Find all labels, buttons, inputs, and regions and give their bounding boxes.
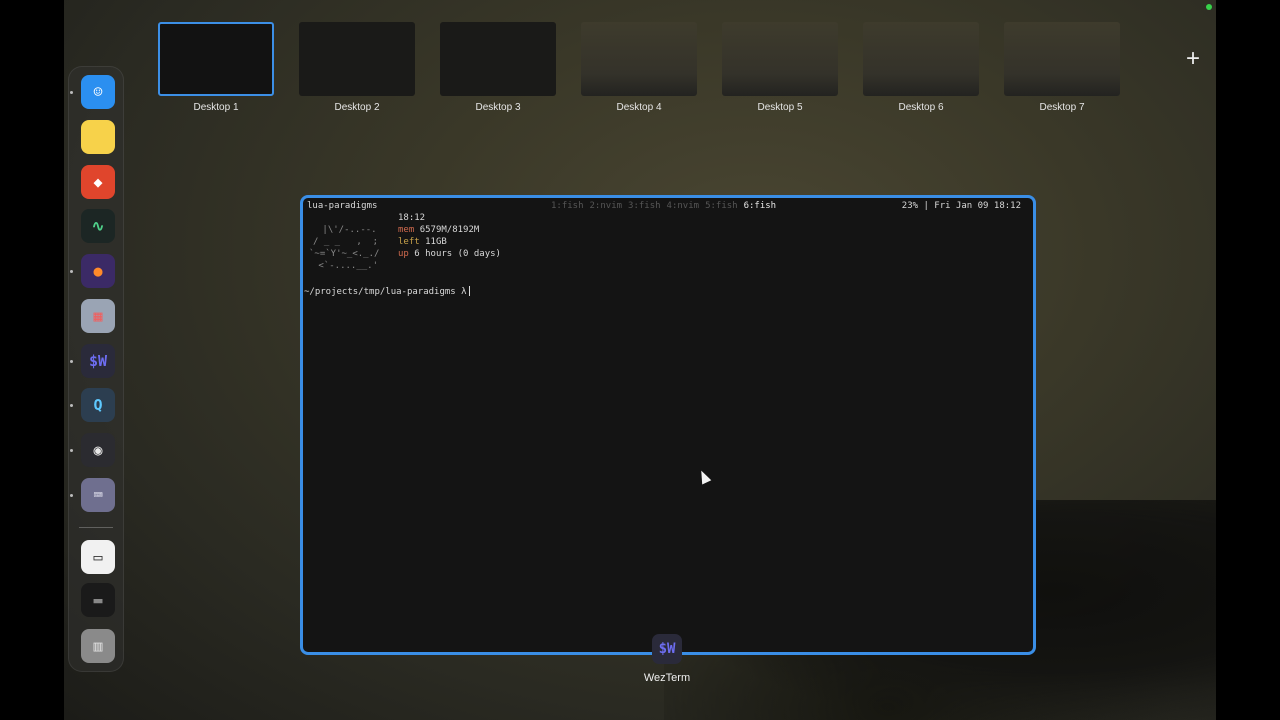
desktop-label: Desktop 4 xyxy=(616,102,662,113)
running-indicator xyxy=(70,494,73,497)
add-space-button[interactable]: + xyxy=(1180,46,1206,72)
sysinfo-mem-key: mem xyxy=(398,225,415,235)
camera-indicator-icon xyxy=(1206,4,1212,10)
sysinfo-left: left 11GB xyxy=(398,237,447,247)
running-indicator xyxy=(70,360,73,363)
sysinfo-mem: mem 6579M/8192M xyxy=(398,225,479,235)
prompt-text: ~/projects/tmp/lua-paradigms λ xyxy=(304,287,467,297)
activity-monitor-icon[interactable]: ∿ xyxy=(81,209,115,243)
launchpad-icon[interactable]: ▦ xyxy=(81,299,115,333)
tmux-tab[interactable]: 6:fish xyxy=(744,201,777,211)
tmux-tab[interactable]: 4:nvim xyxy=(667,201,700,211)
running-indicator xyxy=(70,91,73,94)
ascii-art-line: `~=`Y'~_<._./ xyxy=(309,249,380,259)
desktop-label: Desktop 2 xyxy=(334,102,380,113)
desktop-space-2[interactable]: Desktop 2 xyxy=(299,22,415,113)
desktop-space-7[interactable]: Desktop 7 xyxy=(1004,22,1120,113)
desktop-space-4[interactable]: Desktop 4 xyxy=(581,22,697,113)
shell-prompt[interactable]: ~/projects/tmp/lua-paradigms λ xyxy=(304,286,470,297)
tmux-status-right: 23% | Fri Jan 09 18:12 xyxy=(901,201,1021,211)
tmux-tab[interactable]: 1:fish xyxy=(551,201,584,211)
text-cursor xyxy=(468,286,470,296)
sysinfo-uptime: up 6 hours (0 days) xyxy=(398,249,501,259)
window-app-label: $W WezTerm xyxy=(609,634,725,684)
window-app-name: WezTerm xyxy=(643,672,691,684)
dock-separator xyxy=(79,527,113,528)
terminal-preview-icon[interactable]: ▬ xyxy=(81,583,115,617)
desktop-thumbnail[interactable] xyxy=(158,22,274,96)
desktop-space-3[interactable]: Desktop 3 xyxy=(440,22,556,113)
tmux-tab[interactable]: 2:nvim xyxy=(590,201,623,211)
dock: ☺ ◆ ∿ ● ▦ $W Q ◉ ⌨ ▭ ▬ ▥ xyxy=(68,66,124,672)
running-indicator xyxy=(70,404,73,407)
desktop-thumbnail[interactable] xyxy=(863,22,979,96)
ascii-art-line: |\'/-..--. xyxy=(317,225,377,235)
sysinfo-mem-value: 6579M/8192M xyxy=(419,225,480,235)
desktop-label: Desktop 7 xyxy=(1039,102,1085,113)
wezterm-app-icon: $W xyxy=(652,634,682,664)
tmux-tab[interactable]: 5:fish xyxy=(705,201,738,211)
desktop-thumbnail[interactable] xyxy=(722,22,838,96)
desktop-wallpaper: Desktop 1 Desktop 2 Desktop 3 Desktop 4 Desk… xyxy=(64,0,1216,720)
desktop-thumbnail[interactable] xyxy=(1004,22,1120,96)
desktop-label: Desktop 1 xyxy=(193,102,239,113)
session-name: lua-paradigms xyxy=(307,201,378,211)
sysinfo-left-key: left xyxy=(398,237,420,247)
desktop-thumbnail[interactable] xyxy=(299,22,415,96)
sysinfo-left-value: 11GB xyxy=(425,237,447,247)
documents-folder-icon[interactable]: ▭ xyxy=(81,540,115,574)
fox-app-icon[interactable]: ◆ xyxy=(81,165,115,199)
desktop-space-6[interactable]: Desktop 6 xyxy=(863,22,979,113)
desktop-label: Desktop 6 xyxy=(898,102,944,113)
desktop-space-1[interactable]: Desktop 1 xyxy=(158,22,274,113)
notes-icon[interactable] xyxy=(81,120,115,154)
desktop-thumbnail[interactable] xyxy=(581,22,697,96)
finder-icon[interactable]: ☺ xyxy=(81,75,115,109)
desktop-thumbnail[interactable] xyxy=(440,22,556,96)
tmux-status-bar: lua-paradigms 1:fish 2:nvim 3:fish 4:nvim 5:… xyxy=(303,198,1033,214)
trash-icon[interactable]: ▥ xyxy=(81,629,115,663)
tmux-tab[interactable]: 3:fish xyxy=(628,201,661,211)
firefox-icon[interactable]: ● xyxy=(81,254,115,288)
sysinfo-up-key: up xyxy=(398,249,409,259)
wezterm-icon[interactable]: $W xyxy=(81,344,115,378)
sysinfo-up-value: 6 hours (0 days) xyxy=(414,249,501,259)
running-indicator xyxy=(70,449,73,452)
ascii-art-line: / _ _ , ; xyxy=(313,237,379,247)
desktop-label: Desktop 3 xyxy=(475,102,521,113)
sysinfo-time: 18:12 xyxy=(398,213,426,223)
wezterm-window[interactable]: lua-paradigms 1:fish 2:nvim 3:fish 4:nvim 5:… xyxy=(300,195,1036,655)
ascii-art-line: <`-....__.' xyxy=(313,261,379,271)
desktop-space-5[interactable]: Desktop 5 xyxy=(722,22,838,113)
tmux-tabs: 1:fish 2:nvim 3:fish 4:nvim 5:fish 6:fish xyxy=(551,201,782,211)
quicktime-icon[interactable]: Q xyxy=(81,388,115,422)
running-indicator xyxy=(70,270,73,273)
desktop-label: Desktop 5 xyxy=(757,102,803,113)
spaces-bar: Desktop 1 Desktop 2 Desktop 3 Desktop 4 Desk… xyxy=(64,0,1216,120)
keyboard-app-icon[interactable]: ⌨ xyxy=(81,478,115,512)
obs-icon[interactable]: ◉ xyxy=(81,433,115,467)
